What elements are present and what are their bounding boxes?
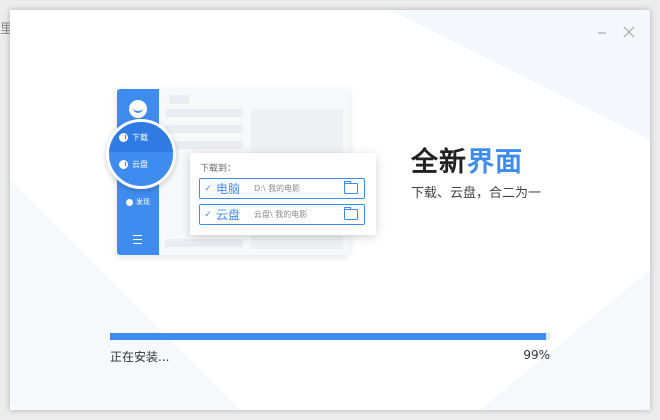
minimize-button[interactable] [594, 24, 610, 40]
popup-title: 下载到： [200, 164, 237, 174]
cloud-icon [119, 160, 128, 169]
page-subtitle: 下载、云盘，合二为一 [411, 186, 542, 201]
check-icon: ✓ [204, 183, 212, 194]
sidebar-item-extra: 发现 [126, 197, 150, 207]
option-name: 云盘 [216, 208, 241, 222]
folder-icon [344, 181, 358, 194]
sidebar-item-cloud-label: 云盘 [132, 160, 148, 169]
placeholder-bar [169, 95, 189, 104]
install-status-text: 正在安装... [110, 350, 170, 364]
sidebar-item-download-label: 下载 [132, 133, 148, 142]
option-path: 云盘\ 我的电影 [254, 210, 308, 219]
close-button[interactable] [621, 24, 637, 40]
placeholder-bar [165, 141, 243, 149]
install-progress-bar [110, 333, 550, 340]
check-icon: ✓ [204, 209, 212, 220]
placeholder-bar [165, 109, 243, 117]
option-computer: ✓ 电脑 D:\ 我的电影 [199, 178, 365, 199]
app-logo-icon [129, 100, 147, 118]
feature-illustration: 发现 下载 云盘 下载到： ✓ 电脑 D:\ 我的电影 ✓ 云盘 云盘\ 我的电… [106, 89, 467, 269]
install-percent-text: 99% [523, 348, 550, 362]
compass-icon [126, 198, 133, 206]
sidebar-zoom-circle: 下载 云盘 [106, 119, 176, 189]
sidebar-item-cloud: 云盘 [119, 159, 148, 170]
sidebar-item-download: 下载 [119, 132, 148, 143]
option-cloud: ✓ 云盘 云盘\ 我的电影 [199, 204, 365, 225]
minimize-icon [598, 32, 606, 34]
menu-icon [133, 235, 142, 244]
placeholder-bar [165, 239, 243, 247]
option-name: 电脑 [216, 182, 241, 196]
placeholder-bar [165, 125, 243, 133]
close-icon [623, 26, 635, 38]
sidebar-item-extra-label: 发现 [136, 198, 150, 206]
option-path: D:\ 我的电影 [254, 184, 301, 193]
page-title: 全新界面 [411, 140, 523, 179]
install-progress-fill [110, 333, 546, 340]
title-part-1: 全新 [411, 147, 467, 178]
download-icon [119, 133, 128, 142]
download-target-popup: 下载到： ✓ 电脑 D:\ 我的电影 ✓ 云盘 云盘\ 我的电影 [190, 153, 376, 235]
title-part-2: 界面 [467, 147, 523, 178]
folder-icon [344, 207, 358, 220]
